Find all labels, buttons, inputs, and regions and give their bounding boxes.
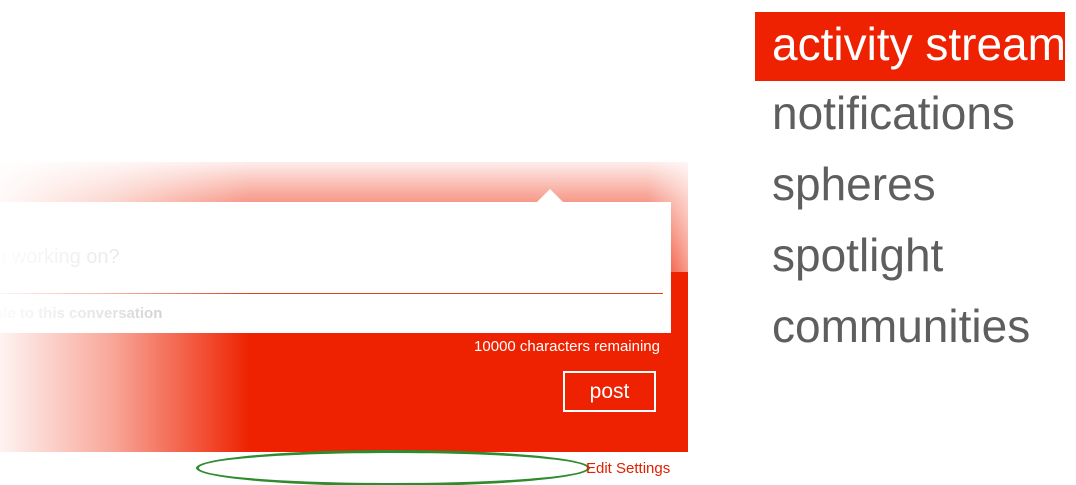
stage: ple to this conversation 10000 character…: [0, 0, 1076, 485]
nav-item-activity-stream[interactable]: activity stream: [755, 12, 1066, 81]
annotation-highlight-ellipse: [196, 450, 590, 485]
status-prompt-input[interactable]: [0, 202, 663, 294]
post-button[interactable]: post: [563, 371, 656, 412]
composer-input-card: ple to this conversation: [0, 189, 671, 333]
invite-people-link[interactable]: ple to this conversation: [0, 305, 162, 322]
nav-item-communities[interactable]: communities: [755, 294, 1065, 365]
edit-settings-link[interactable]: Edit Settings: [586, 460, 670, 477]
nav-item-spheres[interactable]: spheres: [755, 152, 1065, 223]
characters-remaining-counter: 10000 characters remaining: [474, 338, 660, 355]
section-nav: activity stream notifications spheres sp…: [755, 12, 1066, 365]
nav-item-spotlight[interactable]: spotlight: [755, 223, 1065, 294]
post-composer: ple to this conversation 10000 character…: [0, 162, 688, 452]
card-caret: [537, 189, 563, 202]
nav-item-notifications[interactable]: notifications: [755, 81, 1065, 152]
